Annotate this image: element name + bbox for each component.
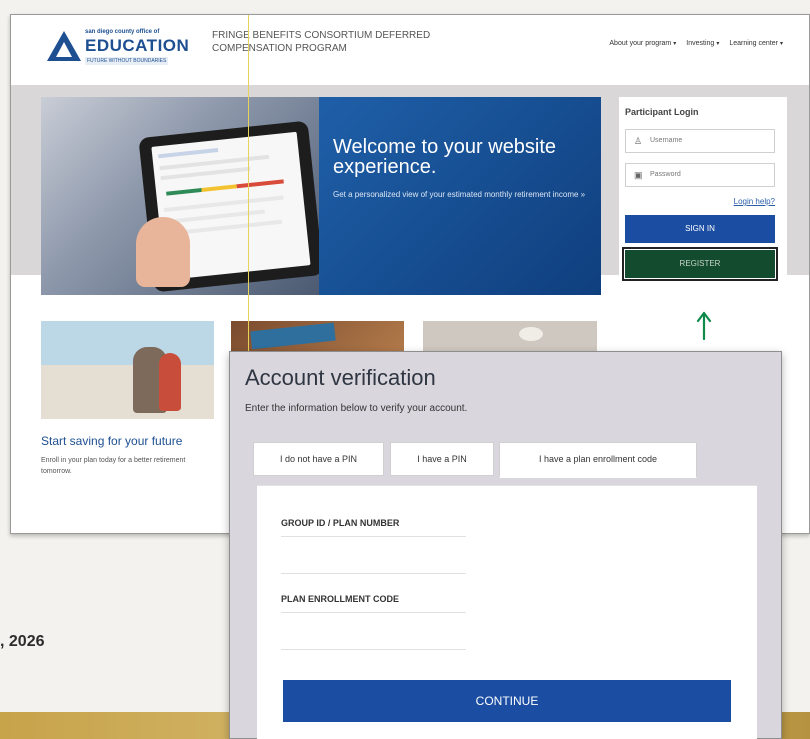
program-title: FRINGE BENEFITS CONSORTIUM DEFERRED COMP… — [212, 30, 431, 54]
verification-subtitle: Enter the information below to verify yo… — [245, 403, 468, 414]
group-id-input[interactable] — [281, 536, 466, 574]
nav-about-program[interactable]: About your program ▾ — [609, 40, 676, 47]
logo-main-text: EDUCATION — [85, 36, 190, 55]
welcome-title: Welcome to your website experience. — [333, 136, 557, 178]
beach-couple-photo — [41, 321, 214, 419]
promo-title-link[interactable]: Start saving for your future — [41, 434, 182, 448]
hand-image — [136, 217, 190, 287]
tab-have-pin[interactable]: I have a PIN — [390, 442, 494, 476]
education-logo[interactable]: san diego county office of EDUCATION FUT… — [47, 29, 197, 71]
welcome-banner[interactable]: Welcome to your website experience. Get … — [319, 97, 601, 295]
date-fragment: , 2026 — [0, 633, 45, 650]
enrollment-code-label: PLAN ENROLLMENT CODE — [281, 594, 399, 604]
middle-promo-photo — [231, 321, 404, 353]
username-input[interactable]: ♙ Username — [625, 129, 775, 153]
logo-tagline: FUTURE WITHOUT BOUNDARIES — [85, 57, 169, 65]
group-id-label: GROUP ID / PLAN NUMBER — [281, 518, 400, 528]
register-button[interactable]: REGISTER — [622, 247, 778, 281]
enrollment-code-input[interactable] — [281, 612, 466, 650]
nav-learning-center[interactable]: Learning center ▾ — [729, 40, 783, 47]
welcome-subtitle-link[interactable]: Get a personalized view of your estimate… — [333, 189, 593, 201]
participant-login-panel: Participant Login ♙ Username ▣ Password … — [619, 97, 787, 297]
sign-in-button[interactable]: SIGN IN — [625, 215, 775, 243]
top-nav: About your program ▾ Investing ▾ Learning … — [609, 40, 783, 47]
right-promo-photo — [423, 321, 597, 353]
arrow-up-icon — [696, 311, 712, 341]
ipad-photo — [41, 97, 324, 295]
yellow-divider — [248, 15, 249, 375]
chevron-down-icon: ▾ — [716, 41, 720, 47]
site-header: san diego county office of EDUCATION FUT… — [11, 15, 809, 85]
user-icon: ♙ — [634, 136, 643, 146]
login-help-link[interactable]: Login help? — [734, 197, 775, 206]
promo-body: Enroll in your plan today for a better r… — [41, 457, 186, 475]
continue-button[interactable]: CONTINUE — [283, 680, 731, 722]
chevron-down-icon: ▾ — [779, 41, 783, 47]
verification-title: Account verification — [245, 365, 436, 390]
nav-investing[interactable]: Investing ▾ — [686, 40, 719, 47]
verification-form: GROUP ID / PLAN NUMBER PLAN ENROLLMENT C… — [257, 485, 757, 739]
tab-no-pin[interactable]: I do not have a PIN — [253, 442, 384, 476]
account-verification-panel: Account verification Enter the informati… — [229, 351, 782, 739]
lock-icon: ▣ — [634, 170, 643, 180]
logo-small-text: san diego county office of — [85, 29, 160, 35]
chevron-down-icon: ▾ — [673, 41, 677, 47]
tab-enrollment-code[interactable]: I have a plan enrollment code — [499, 442, 697, 478]
password-input[interactable]: ▣ Password — [625, 163, 775, 187]
login-title: Participant Login — [625, 107, 699, 117]
